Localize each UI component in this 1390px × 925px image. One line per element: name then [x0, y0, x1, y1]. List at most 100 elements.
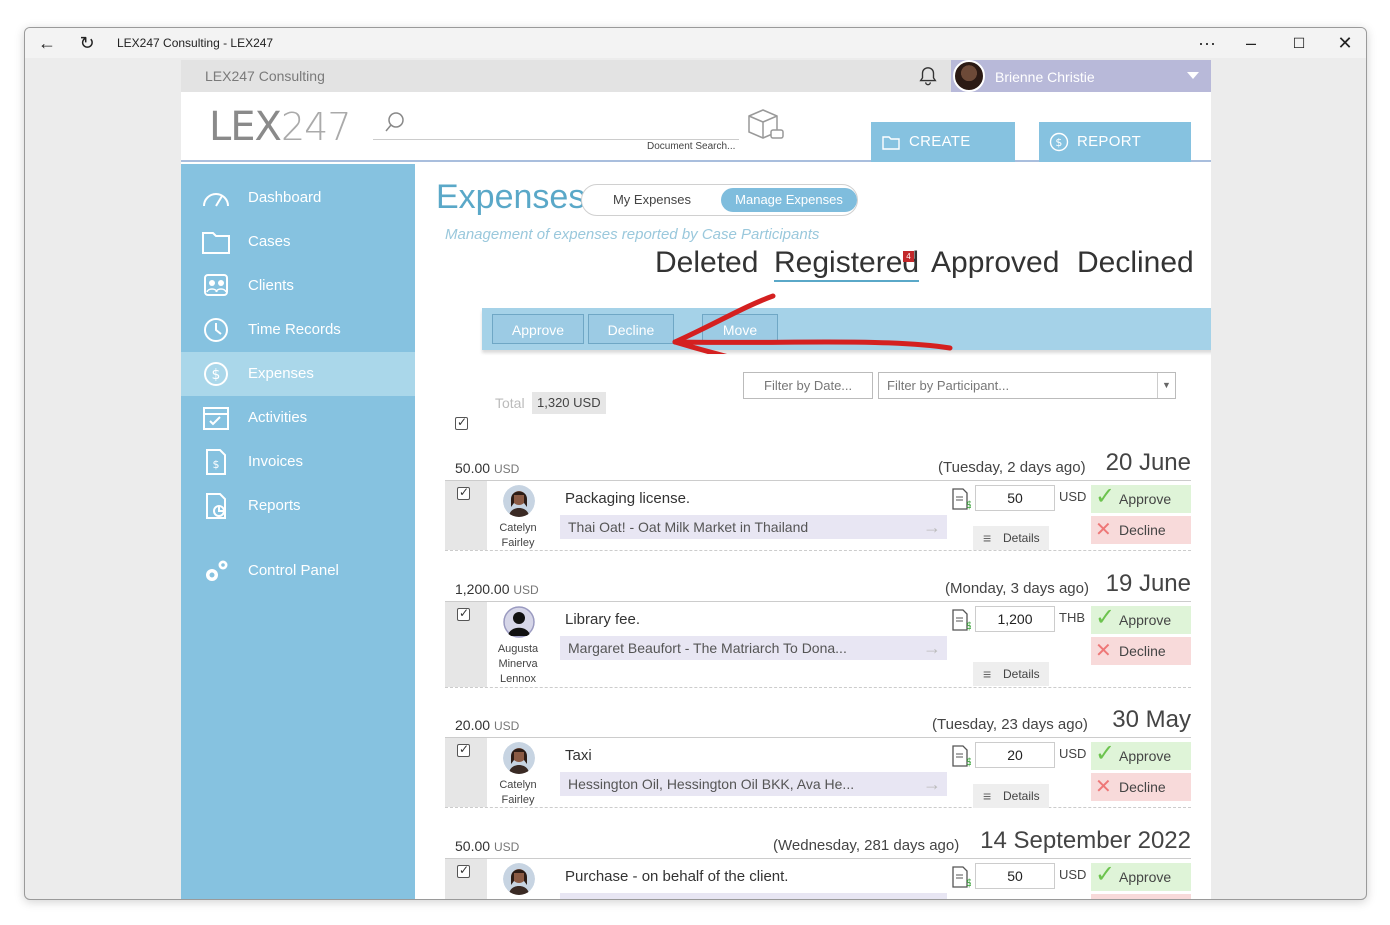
- approve-button[interactable]: Approve: [1091, 740, 1191, 770]
- group-date: 20 June: [1105, 449, 1191, 476]
- relative-date: (Tuesday, 2 days ago): [938, 459, 1086, 476]
- participant-name: Augusta Minerva Lennox: [497, 643, 539, 685]
- receipt-icon[interactable]: $: [951, 745, 971, 767]
- app-content: LEX247 Consulting Brienne Christie LEX24…: [181, 60, 1211, 899]
- tab-approved[interactable]: Approved: [931, 246, 1059, 280]
- tab-my-expenses[interactable]: My Expenses: [592, 188, 712, 212]
- maximize-icon[interactable]: ☐: [1287, 31, 1311, 55]
- tab-declined[interactable]: Declined: [1077, 246, 1194, 280]
- row-checkbox[interactable]: [457, 606, 470, 621]
- approve-button[interactable]: Approve: [1091, 483, 1191, 513]
- decline-selected-button[interactable]: Decline: [588, 314, 674, 344]
- group-amount: 50.00 USD: [455, 460, 520, 476]
- svg-text:$: $: [966, 757, 971, 767]
- amount-input[interactable]: 50: [975, 863, 1055, 889]
- participant-name: Catelyn Fairley: [499, 779, 537, 806]
- sidebar-item-cases[interactable]: Cases: [181, 220, 415, 264]
- header: LEX247 Document Search... CREATE CASE $ …: [181, 92, 1211, 190]
- row-checkbox[interactable]: [457, 863, 470, 878]
- participant-name: Catelyn Fairley: [499, 522, 537, 549]
- receipt-icon[interactable]: $: [951, 609, 971, 631]
- approve-selected-button[interactable]: Approve: [492, 314, 584, 344]
- report-icon: [206, 493, 226, 519]
- details-button[interactable]: Details: [973, 662, 1049, 686]
- svg-text:$: $: [966, 878, 971, 888]
- expenses-view-toggle: My Expenses Manage Expenses: [581, 184, 858, 216]
- sidebar-item-reports[interactable]: Reports: [181, 484, 415, 528]
- receipt-icon[interactable]: $: [951, 488, 971, 510]
- case-link[interactable]: [560, 893, 947, 899]
- dollar-circle-icon: $: [1049, 132, 1069, 152]
- details-button[interactable]: Details: [973, 526, 1049, 550]
- details-button[interactable]: Details: [973, 784, 1049, 808]
- approve-button[interactable]: Approve: [1091, 861, 1191, 891]
- case-link[interactable]: Thai Oat! - Oat Milk Market in Thailand →: [560, 515, 947, 539]
- search-icon: [385, 112, 404, 132]
- user-menu[interactable]: Brienne Christie: [951, 60, 1211, 92]
- move-selected-button[interactable]: Move: [702, 314, 778, 344]
- sidebar-item-dashboard[interactable]: Dashboard: [181, 176, 415, 220]
- decline-button[interactable]: Decline: [1091, 516, 1191, 544]
- decline-button[interactable]: Decline: [1091, 773, 1191, 801]
- currency-label: USD: [1059, 489, 1087, 504]
- participant-filter-select[interactable]: Filter by Participant... ▼: [878, 372, 1176, 399]
- amount-input[interactable]: 20: [975, 742, 1055, 768]
- sidebar-item-expenses[interactable]: $ Expenses: [181, 352, 415, 396]
- sidebar-item-invoices[interactable]: $ Invoices: [181, 440, 415, 484]
- arrow-right-icon: →: [923, 774, 941, 794]
- avatar: [953, 60, 985, 92]
- tab-registered[interactable]: Registered: [774, 246, 920, 282]
- svg-text:$: $: [212, 367, 221, 383]
- avatar: [503, 485, 535, 517]
- window-title: LEX247 Consulting - LEX247: [117, 36, 274, 50]
- app-window: ← ↻ LEX247 Consulting - LEX247 ··· – ☐ ✕…: [24, 27, 1367, 900]
- user-name: Brienne Christie: [995, 69, 1095, 85]
- group-amount: 20.00 USD: [455, 717, 520, 733]
- row-checkbox[interactable]: [457, 485, 470, 500]
- calendar-icon: [203, 407, 229, 430]
- relative-date: (Wednesday, 281 days ago): [773, 837, 960, 854]
- back-arrow-icon[interactable]: ←: [35, 31, 59, 55]
- decline-button[interactable]: Decline: [1091, 637, 1191, 665]
- sidebar-item-label: Time Records: [248, 321, 341, 338]
- minimize-icon[interactable]: –: [1239, 31, 1263, 55]
- table-row: Augusta Minerva Lennox Library fee. Marg…: [445, 602, 1191, 688]
- more-icon[interactable]: ···: [1195, 31, 1219, 55]
- amount-input[interactable]: 50: [975, 485, 1055, 511]
- date-filter-input[interactable]: Filter by Date...: [743, 372, 873, 399]
- chevron-down-icon: [1187, 72, 1199, 79]
- currency-label: USD: [1059, 746, 1087, 761]
- bell-icon[interactable]: [917, 65, 939, 87]
- avatar: [503, 606, 535, 638]
- contacts-icon: [204, 274, 228, 296]
- chevron-down-icon: ▼: [1157, 373, 1175, 398]
- search-input[interactable]: [373, 106, 739, 140]
- receipt-icon[interactable]: $: [951, 866, 971, 888]
- row-checkbox[interactable]: [457, 742, 470, 757]
- approve-button[interactable]: Approve: [1091, 604, 1191, 634]
- svg-text:$: $: [213, 458, 220, 471]
- sidebar-item-time-records[interactable]: Time Records: [181, 308, 415, 352]
- sidebar-item-clients[interactable]: Clients: [181, 264, 415, 308]
- close-icon[interactable]: ✕: [1333, 31, 1357, 55]
- create-case-button[interactable]: CREATE CASE: [871, 122, 1015, 190]
- sidebar-item-control-panel[interactable]: Control Panel: [181, 549, 415, 593]
- case-link[interactable]: Margaret Beaufort - The Matriarch To Don…: [560, 636, 947, 660]
- decline-button[interactable]: [1091, 894, 1191, 899]
- sidebar-item-label: Cases: [248, 233, 291, 250]
- arrow-right-icon: →: [923, 638, 941, 658]
- report-asset-button[interactable]: $ REPORT ASSET: [1039, 122, 1191, 190]
- title-bar: ← ↻ LEX247 Consulting - LEX247 ··· – ☐ ✕: [25, 28, 1366, 58]
- relative-date: (Monday, 3 days ago): [945, 580, 1089, 597]
- page-title: Expenses: [436, 178, 586, 216]
- case-link[interactable]: Hessington Oil, Hessington Oil BKK, Ava …: [560, 772, 947, 796]
- sidebar-item-label: Invoices: [248, 453, 304, 470]
- package-icon[interactable]: [743, 106, 785, 142]
- refresh-icon[interactable]: ↻: [75, 31, 99, 55]
- sidebar-item-activities[interactable]: Activities: [181, 396, 415, 440]
- tab-deleted[interactable]: Deleted: [655, 246, 758, 280]
- select-all-checkbox[interactable]: [455, 415, 468, 430]
- amount-input[interactable]: 1,200: [975, 606, 1055, 632]
- tab-manage-expenses[interactable]: Manage Expenses: [721, 188, 857, 212]
- total-value: 1,320 USD: [532, 392, 606, 414]
